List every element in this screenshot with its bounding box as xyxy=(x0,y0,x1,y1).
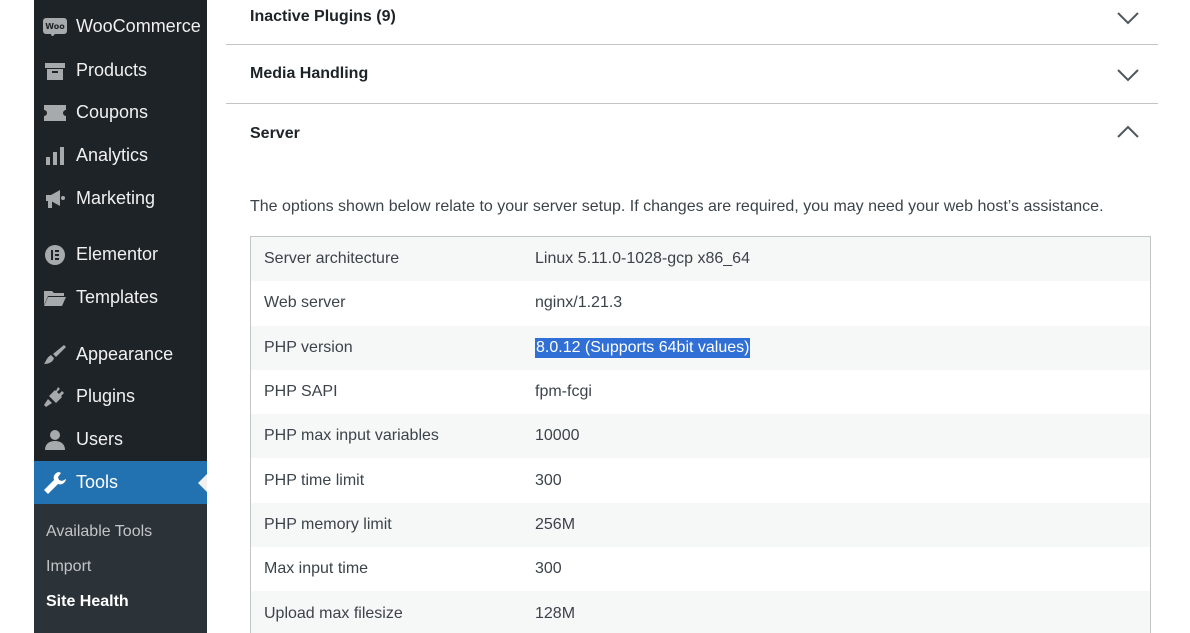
row-value: fpm-fcgi xyxy=(535,383,592,401)
menu-plugins[interactable]: Plugins xyxy=(34,375,207,418)
chevron-down-icon xyxy=(1117,69,1139,82)
row-key: Web server xyxy=(264,294,346,312)
menu-label: Coupons xyxy=(76,102,149,122)
menu-label: Templates xyxy=(76,287,159,307)
menu-templates[interactable]: Templates xyxy=(34,276,207,319)
ticket-icon xyxy=(34,104,76,121)
table-row: PHP SAPI fpm-fcgi xyxy=(251,369,1150,415)
archive-icon xyxy=(34,62,76,80)
bar-chart-icon xyxy=(34,146,76,165)
tools-submenu: Available Tools Import Site Health xyxy=(34,504,207,633)
menu-analytics[interactable]: Analytics xyxy=(34,134,207,177)
table-row: PHP time limit 300 xyxy=(251,458,1150,503)
row-value: Linux 5.11.0-1028-gcp x86_64 xyxy=(535,250,750,268)
table-row: Server architecture Linux 5.11.0-1028-gcp… xyxy=(251,237,1150,282)
chevron-up-icon xyxy=(1117,125,1139,138)
folder-icon xyxy=(34,289,76,307)
row-value: nginx/1.21.3 xyxy=(535,294,623,312)
row-key: PHP memory limit xyxy=(264,515,392,533)
submenu-available-tools[interactable]: Available Tools xyxy=(46,523,152,541)
table-row: Max input time 300 xyxy=(251,547,1150,592)
paintbrush-icon xyxy=(34,344,76,365)
row-key: PHP max input variables xyxy=(264,427,439,445)
svg-text:Woo: Woo xyxy=(45,22,65,31)
menu-label: Plugins xyxy=(76,386,136,406)
row-value: 256M xyxy=(535,515,576,533)
user-icon xyxy=(34,429,76,450)
chevron-down-icon xyxy=(1117,12,1139,25)
elementor-icon xyxy=(34,244,76,265)
megaphone-icon xyxy=(34,189,76,209)
menu-marketing[interactable]: Marketing xyxy=(34,177,207,220)
table-row: Web server nginx/1.21.3 xyxy=(251,281,1150,326)
menu-users[interactable]: Users xyxy=(34,418,207,461)
wrench-icon xyxy=(34,471,76,494)
row-key: Max input time xyxy=(264,560,369,578)
server-description: The options shown below relate to your s… xyxy=(250,198,1104,215)
woo-icon: Woo xyxy=(34,17,76,36)
row-key: PHP version xyxy=(264,338,353,356)
row-key: Upload max filesize xyxy=(264,604,403,622)
row-value: 10000 xyxy=(535,427,580,445)
row-value-selected[interactable]: 8.0.12 (Supports 64bit values) xyxy=(535,337,751,358)
submenu-site-health[interactable]: Site Health xyxy=(46,593,129,611)
menu-label: Elementor xyxy=(76,244,159,264)
menu-label: Appearance xyxy=(76,344,174,364)
menu-label: Analytics xyxy=(76,145,149,165)
row-value: 300 xyxy=(535,471,562,489)
accordion-title: Media Handling xyxy=(250,65,369,82)
table-row: PHP version 8.0.12 (Supports 64bit values… xyxy=(251,325,1150,370)
menu-coupons[interactable]: Coupons xyxy=(34,91,207,134)
left-margin xyxy=(0,0,34,633)
accordion-title: Server xyxy=(250,125,300,142)
row-key: PHP SAPI xyxy=(264,383,338,401)
accordion-server[interactable]: Server xyxy=(226,104,1158,164)
row-key: PHP time limit xyxy=(264,471,365,489)
menu-products[interactable]: Products xyxy=(34,49,207,92)
row-key: Server architecture xyxy=(264,250,400,268)
admin-sidebar: Woo WooCommerce Products Coupons Analyti… xyxy=(34,0,207,633)
menu-appearance[interactable]: Appearance xyxy=(34,333,207,376)
accordion-media-handling[interactable]: Media Handling xyxy=(226,45,1158,104)
row-value: 128M xyxy=(535,604,576,622)
menu-tools[interactable]: Tools xyxy=(34,461,207,504)
accordion-title: Inactive Plugins (9) xyxy=(250,8,396,25)
server-info-table: Server architecture Linux 5.11.0-1028-gcp… xyxy=(250,236,1151,633)
table-row: PHP memory limit 256M xyxy=(251,502,1150,548)
menu-woocommerce[interactable]: Woo WooCommerce xyxy=(34,5,207,48)
menu-label: WooCommerce xyxy=(76,16,201,36)
plug-icon xyxy=(34,386,76,407)
menu-elementor[interactable]: Elementor xyxy=(34,233,207,276)
menu-label: Tools xyxy=(76,472,119,492)
row-value: 300 xyxy=(535,560,562,578)
accordion-inactive-plugins[interactable]: Inactive Plugins (9) xyxy=(226,0,1158,45)
site-health-content: Inactive Plugins (9) Media Handling Serv… xyxy=(226,0,1158,633)
table-row: Upload max filesize 128M xyxy=(251,591,1150,633)
table-row: PHP max input variables 10000 xyxy=(251,414,1150,459)
menu-label: Users xyxy=(76,429,124,449)
menu-label: Products xyxy=(76,60,148,80)
submenu-import[interactable]: Import xyxy=(46,558,91,576)
menu-label: Marketing xyxy=(76,188,156,208)
